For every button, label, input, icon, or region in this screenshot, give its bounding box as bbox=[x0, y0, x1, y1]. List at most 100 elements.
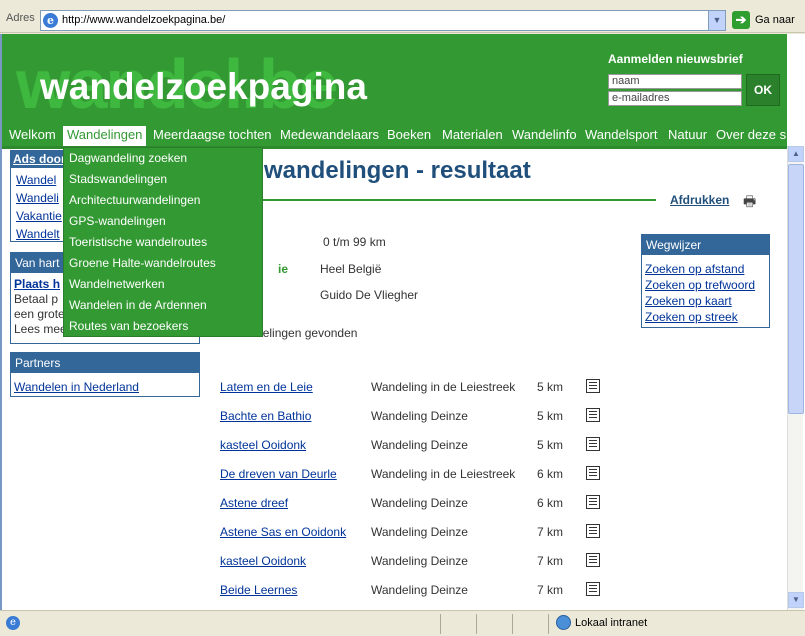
nav-medewandelaars[interactable]: Medewandelaars bbox=[280, 126, 379, 146]
result-region: Wandeling Deinze bbox=[371, 409, 468, 423]
ads-link[interactable]: Wandeli bbox=[16, 191, 59, 205]
result-distance: 7 km bbox=[537, 554, 564, 568]
route-details-icon[interactable] bbox=[586, 524, 600, 538]
van-hart-line: een grote bbox=[14, 307, 65, 321]
route-details-icon[interactable] bbox=[586, 553, 600, 567]
page-status-icon: e bbox=[6, 616, 20, 630]
nav-materialen[interactable]: Materialen bbox=[442, 126, 503, 146]
result-region: Wandeling Deinze bbox=[371, 438, 468, 452]
go-arrow-icon: ➔ bbox=[732, 11, 750, 29]
ads-link[interactable]: Vakantie bbox=[16, 209, 62, 223]
scroll-up-icon[interactable]: ▲ bbox=[788, 146, 804, 162]
wegwijzer-link-trefwoord[interactable]: Zoeken op trefwoord bbox=[645, 278, 755, 292]
title-divider bbox=[216, 199, 656, 201]
print-link[interactable]: Afdrukken bbox=[670, 193, 729, 207]
criteria-author: Guido De Vliegher bbox=[320, 288, 419, 302]
wegwijzer-box: Wegwijzer Zoeken op afstand Zoeken op tr… bbox=[641, 234, 770, 328]
nav-welkom[interactable]: Welkom bbox=[9, 126, 56, 146]
status-divider bbox=[440, 614, 441, 634]
result-name-link[interactable]: kasteel Ooidonk bbox=[220, 438, 306, 452]
nav-wandelsport[interactable]: Wandelsport bbox=[585, 126, 658, 146]
result-region: Wandeling in de Leiestreek bbox=[371, 380, 516, 394]
menu-item-wandelnetwerken[interactable]: Wandelnetwerken bbox=[69, 277, 165, 291]
menu-item-architectuur[interactable]: Architectuurwandelingen bbox=[69, 193, 200, 207]
criteria-distance: 0 t/m 99 km bbox=[323, 235, 386, 249]
address-dropdown-icon[interactable]: ▼ bbox=[708, 11, 725, 30]
go-label: Ga naar bbox=[755, 14, 795, 26]
newsletter-email-input[interactable]: e-mailadres bbox=[608, 91, 742, 106]
result-distance: 5 km bbox=[537, 409, 564, 423]
result-region: Wandeling Deinze bbox=[371, 496, 468, 510]
nav-over[interactable]: Over deze site bbox=[716, 126, 800, 146]
wandelingen-dropdown-menu: Dagwandeling zoeken Stadswandelingen Arc… bbox=[63, 147, 263, 337]
result-distance: 5 km bbox=[537, 380, 564, 394]
nav-wandelinfo[interactable]: Wandelinfo bbox=[512, 126, 577, 146]
globe-icon bbox=[556, 615, 571, 630]
route-details-icon[interactable] bbox=[586, 582, 600, 596]
page-viewport: wandel.be wandelzoekpagina Aanmelden nie… bbox=[0, 34, 805, 610]
nav-natuur[interactable]: Natuur bbox=[668, 126, 707, 146]
address-url: http://www.wandelzoekpagina.be/ bbox=[62, 14, 226, 26]
page-title: wandelingen - resultaat bbox=[264, 157, 531, 184]
result-name-link[interactable]: Latem en de Leie bbox=[220, 380, 313, 394]
address-label: Adres bbox=[6, 12, 35, 24]
nav-meerdaagse[interactable]: Meerdaagse tochten bbox=[153, 126, 272, 146]
status-divider bbox=[476, 614, 477, 634]
scroll-thumb[interactable] bbox=[788, 164, 804, 414]
result-name-link[interactable]: kasteel Ooidonk bbox=[220, 554, 306, 568]
newsletter-name-input[interactable]: naam bbox=[608, 74, 742, 89]
wegwijzer-link-kaart[interactable]: Zoeken op kaart bbox=[645, 294, 732, 308]
vertical-scrollbar[interactable]: ▲ ▼ bbox=[787, 146, 804, 610]
van-hart-line: Betaal p bbox=[14, 292, 59, 306]
result-name-link[interactable]: Bachte en Bathio bbox=[220, 409, 311, 423]
partners-link[interactable]: Wandelen in Nederland bbox=[14, 380, 139, 394]
nav-wandelingen[interactable]: Wandelingen bbox=[63, 126, 147, 146]
result-name-link[interactable]: Astene dreef bbox=[220, 496, 288, 510]
result-region: Wandeling Deinze bbox=[371, 554, 468, 568]
wegwijzer-title: Wegwijzer bbox=[642, 235, 769, 255]
result-region: Wandeling Deinze bbox=[371, 525, 468, 539]
newsletter-title: Aanmelden nieuwsbrief bbox=[608, 52, 743, 66]
result-region: Wandeling Deinze bbox=[371, 583, 468, 597]
status-divider bbox=[512, 614, 513, 634]
main-nav: Welkom Wandelingen Meerdaagse tochten Me… bbox=[2, 124, 800, 146]
menu-item-groene-halte[interactable]: Groene Halte-wandelroutes bbox=[69, 256, 216, 270]
scroll-down-icon[interactable]: ▼ bbox=[788, 592, 804, 608]
ads-link[interactable]: Wandel bbox=[16, 173, 56, 187]
route-details-icon[interactable] bbox=[586, 466, 600, 480]
result-name-link[interactable]: Beide Leernes bbox=[220, 583, 297, 597]
menu-item-dagwandeling[interactable]: Dagwandeling zoeken bbox=[69, 151, 187, 165]
van-hart-heading[interactable]: Plaats h bbox=[14, 277, 60, 291]
address-input[interactable]: e http://www.wandelzoekpagina.be/ ▼ bbox=[40, 10, 726, 31]
route-details-icon[interactable] bbox=[586, 495, 600, 509]
result-distance: 5 km bbox=[537, 438, 564, 452]
status-bar: e Lokaal intranet bbox=[0, 610, 805, 636]
menu-item-gps[interactable]: GPS-wandelingen bbox=[69, 214, 166, 228]
route-details-icon[interactable] bbox=[586, 408, 600, 422]
result-distance: 6 km bbox=[537, 496, 564, 510]
nav-boeken[interactable]: Boeken bbox=[387, 126, 431, 146]
site-header: wandel.be wandelzoekpagina Aanmelden nie… bbox=[2, 34, 787, 124]
partners-box: Partners Wandelen in Nederland bbox=[10, 352, 200, 397]
printer-icon[interactable]: 🖶 bbox=[743, 191, 756, 215]
menu-item-bezoekers[interactable]: Routes van bezoekers bbox=[69, 319, 188, 333]
menu-item-ardennen[interactable]: Wandelen in de Ardennen bbox=[69, 298, 207, 312]
partners-title: Partners bbox=[11, 353, 199, 373]
go-button[interactable]: ➔ Ga naar bbox=[732, 10, 802, 31]
newsletter-ok-button[interactable]: OK bbox=[746, 74, 780, 106]
wegwijzer-link-streek[interactable]: Zoeken op streek bbox=[645, 310, 738, 324]
wegwijzer-link-afstand[interactable]: Zoeken op afstand bbox=[645, 262, 744, 276]
ads-title[interactable]: Ads door bbox=[11, 151, 68, 168]
result-distance: 7 km bbox=[537, 525, 564, 539]
route-details-icon[interactable] bbox=[586, 379, 600, 393]
menu-item-toeristische[interactable]: Toeristische wandelroutes bbox=[69, 235, 207, 249]
result-name-link[interactable]: Astene Sas en Ooidonk bbox=[220, 525, 346, 539]
criteria-region-label: ie bbox=[278, 262, 289, 276]
site-logo[interactable]: wandelzoekpagina bbox=[40, 66, 367, 108]
route-details-icon[interactable] bbox=[586, 437, 600, 451]
ads-link[interactable]: Wandelt bbox=[16, 227, 60, 241]
criteria-region: Heel België bbox=[320, 262, 382, 276]
security-zone-label: Lokaal intranet bbox=[575, 617, 648, 629]
result-name-link[interactable]: De dreven van Deurle bbox=[220, 467, 337, 481]
menu-item-stadswandelingen[interactable]: Stadswandelingen bbox=[69, 172, 167, 186]
